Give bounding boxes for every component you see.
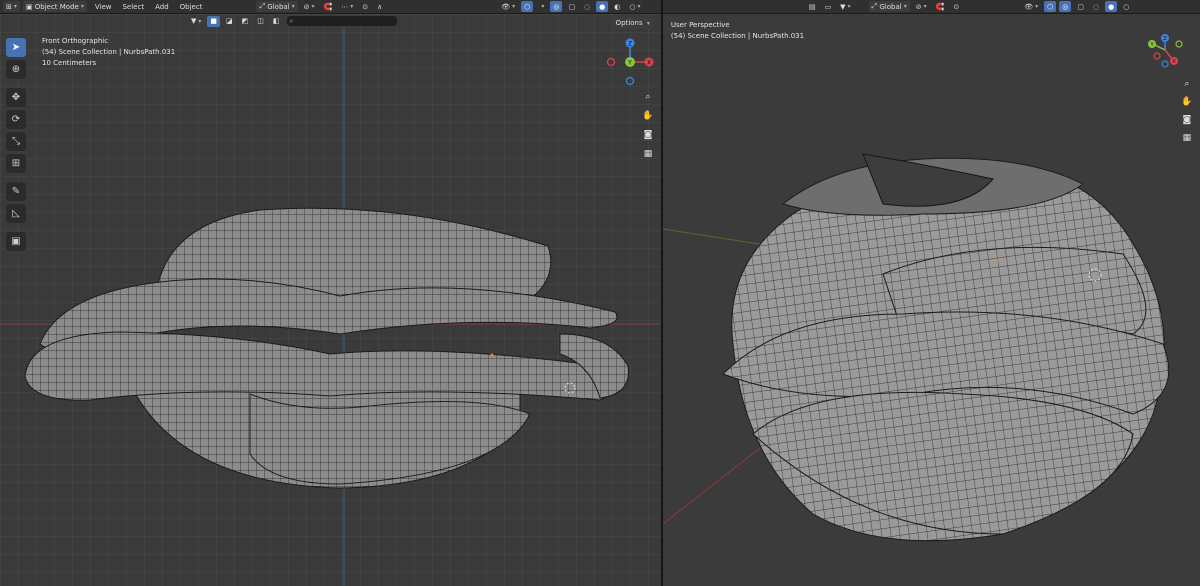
gizmo-y-label: Y (627, 60, 632, 67)
select-mode-new-icon[interactable]: ■ (207, 15, 221, 27)
cursor-tool-icon[interactable]: ⊕ (6, 60, 26, 79)
xray-icon[interactable]: ▢ (565, 1, 578, 12)
shading-solid-icon[interactable]: ● (596, 1, 609, 12)
navigation-gizmo-right[interactable]: Z Y X (1143, 34, 1197, 74)
transform-orientation-label-right: Global (879, 2, 902, 11)
mesh-object-perspective[interactable] (662, 14, 1200, 586)
search-icon: ⌕ (289, 16, 294, 25)
left-viewport-header: ⊞ ▾ ▣ Object Mode ▾ View Select Add Object… (0, 0, 661, 14)
ortho-grid-icon[interactable]: ▦ (640, 146, 656, 162)
gizmo-x-label-right: X (1172, 59, 1176, 65)
view-name: Front Orthographic (42, 37, 109, 45)
search-input[interactable]: ⌕ (286, 16, 397, 26)
editor-type-button[interactable]: ⊞ ▾ (3, 1, 20, 12)
add-cube-tool-icon[interactable]: ▣ (6, 232, 26, 251)
viewport-info: Front Orthographic (54) Scene Collection… (42, 36, 175, 69)
zoom-icon-right[interactable]: ⌕ (1179, 76, 1195, 92)
shading-material-icon[interactable]: ◐ (611, 1, 623, 12)
transform-orientation-label: Global (267, 2, 290, 11)
pivot-icon[interactable]: ⊘ ▾ (301, 1, 318, 12)
snap-icon[interactable]: 🧲 (321, 1, 336, 12)
move-tool-icon[interactable]: ✥ (6, 88, 26, 107)
snap-icon-right[interactable]: 🧲 (933, 1, 948, 12)
collection-info: (54) Scene Collection | NurbsPath.031 (42, 48, 176, 56)
zoom-icon[interactable]: ⌕ (640, 89, 656, 105)
falloff-icon[interactable]: ∧ (374, 1, 385, 12)
menu-object[interactable]: Object (177, 3, 206, 11)
shading-rendered-icon-right[interactable]: ○ (1120, 1, 1132, 12)
xray-icon-right[interactable]: ▢ (1074, 1, 1087, 12)
visibility-icon[interactable]: 👁 ▾ (498, 1, 518, 12)
navigation-gizmo[interactable]: Z X Y (602, 36, 656, 88)
gizmo-y-label-right: Y (1149, 42, 1154, 48)
gizmo-z-label: Z (628, 41, 632, 48)
mesh-object-front[interactable] (0, 14, 661, 586)
shading-rendered-icon[interactable]: ○ ▾ (626, 1, 643, 12)
options-label: Options (615, 19, 643, 27)
scale-tool-icon[interactable]: ⤡ (6, 132, 26, 151)
perspective-grid-icon[interactable]: ▦ (1179, 130, 1195, 146)
transform-orientation-dropdown-right[interactable]: ⤢ Global ▾ (868, 1, 910, 12)
mode-selector[interactable]: ▣ Object Mode ▾ (22, 1, 87, 12)
measure-tool-icon[interactable]: ◺ (6, 204, 26, 223)
view-name-right: User Perspective (670, 21, 730, 29)
right-viewport-header: ▤ ▭ ▼ ▾ ⤢ Global ▾ ⊘ ▾ 🧲 ⊙ 👁 ▾ ⬡ ◎ ▢ ◌ ● ○ (662, 0, 1200, 14)
view-menu-icon[interactable]: ▤ (806, 1, 819, 12)
visibility-icon-right[interactable]: 👁 ▾ (1021, 1, 1041, 12)
tool-shelf: ➤ ⊕ ✥ ⟳ ⤡ ⊞ ✎ ◺ ▣ (6, 38, 28, 254)
blender-window: ⊞ ▾ ▣ Object Mode ▾ View Select Add Object… (0, 0, 1200, 586)
pan-hand-icon-right[interactable]: ✋ (1179, 94, 1195, 110)
grid-scale: 10 Centimeters (42, 59, 97, 67)
collection-info-right: (54) Scene Collection | NurbsPath.031 (670, 32, 805, 40)
camera-icon[interactable]: ◙ (640, 127, 656, 143)
overlay-toggle-icon[interactable]: ◎ (550, 1, 563, 12)
funnel-icon-right[interactable]: ▼ ▾ (837, 1, 853, 12)
rotate-tool-icon[interactable]: ⟳ (6, 110, 26, 129)
snap-target-icon[interactable]: ⋯ ▾ (338, 1, 356, 12)
gizmo-toggle-icon[interactable]: ⬡ (521, 1, 534, 12)
shading-wire-icon[interactable]: ◌ (581, 1, 593, 12)
select-mode-intersect-icon[interactable]: ◧ (270, 16, 283, 27)
proportional-edit-icon-right[interactable]: ⊙ (950, 1, 962, 12)
gizmo-dropdown-icon[interactable]: ▾ (536, 1, 547, 12)
menu-view[interactable]: View (92, 3, 115, 11)
funnel-icon[interactable]: ▼ ▾ (188, 16, 204, 27)
shading-solid-icon-right[interactable]: ● (1105, 1, 1118, 12)
select-mode-icon[interactable]: ▭ (822, 1, 835, 12)
transform-tool-icon[interactable]: ⊞ (6, 154, 26, 173)
select-mode-invert-icon[interactable]: ◫ (254, 16, 267, 27)
pivot-icon-right[interactable]: ⊘ ▾ (913, 1, 930, 12)
transform-orientation-dropdown[interactable]: ⤢ Global ▾ (256, 1, 298, 12)
camera-icon-right[interactable]: ◙ (1179, 112, 1195, 128)
tool-settings-bar: ▼ ▾ ■ ◪ ◩ ◫ ◧ ⌕ (185, 14, 397, 28)
annotate-tool-icon[interactable]: ✎ (6, 182, 26, 201)
gizmo-toggle-icon-right[interactable]: ⬡ (1044, 1, 1057, 12)
mode-label: Object Mode (34, 2, 79, 11)
select-mode-subtract-icon[interactable]: ◩ (239, 16, 252, 27)
menu-add[interactable]: Add (152, 3, 172, 11)
gizmo-x-label: X (647, 60, 651, 67)
proportional-edit-icon[interactable]: ⊙ (359, 1, 371, 12)
select-mode-extend-icon[interactable]: ◪ (223, 16, 236, 27)
gizmo-z-label-right: Z (1163, 36, 1167, 42)
right-viewport[interactable]: ▤ ▭ ▼ ▾ ⤢ Global ▾ ⊘ ▾ 🧲 ⊙ 👁 ▾ ⬡ ◎ ▢ ◌ ● ○ U… (662, 0, 1200, 586)
pan-hand-icon[interactable]: ✋ (640, 108, 656, 124)
options-button[interactable]: Options ▾ (610, 17, 655, 29)
select-box-tool-icon[interactable]: ➤ (6, 38, 26, 57)
left-viewport[interactable]: ⊞ ▾ ▣ Object Mode ▾ View Select Add Object… (0, 0, 661, 586)
shading-wire-icon-right[interactable]: ◌ (1090, 1, 1102, 12)
overlay-toggle-icon-right[interactable]: ◎ (1059, 1, 1072, 12)
menu-select[interactable]: Select (119, 3, 147, 11)
viewport-info-right: User Perspective (54) Scene Collection |… (671, 20, 804, 42)
